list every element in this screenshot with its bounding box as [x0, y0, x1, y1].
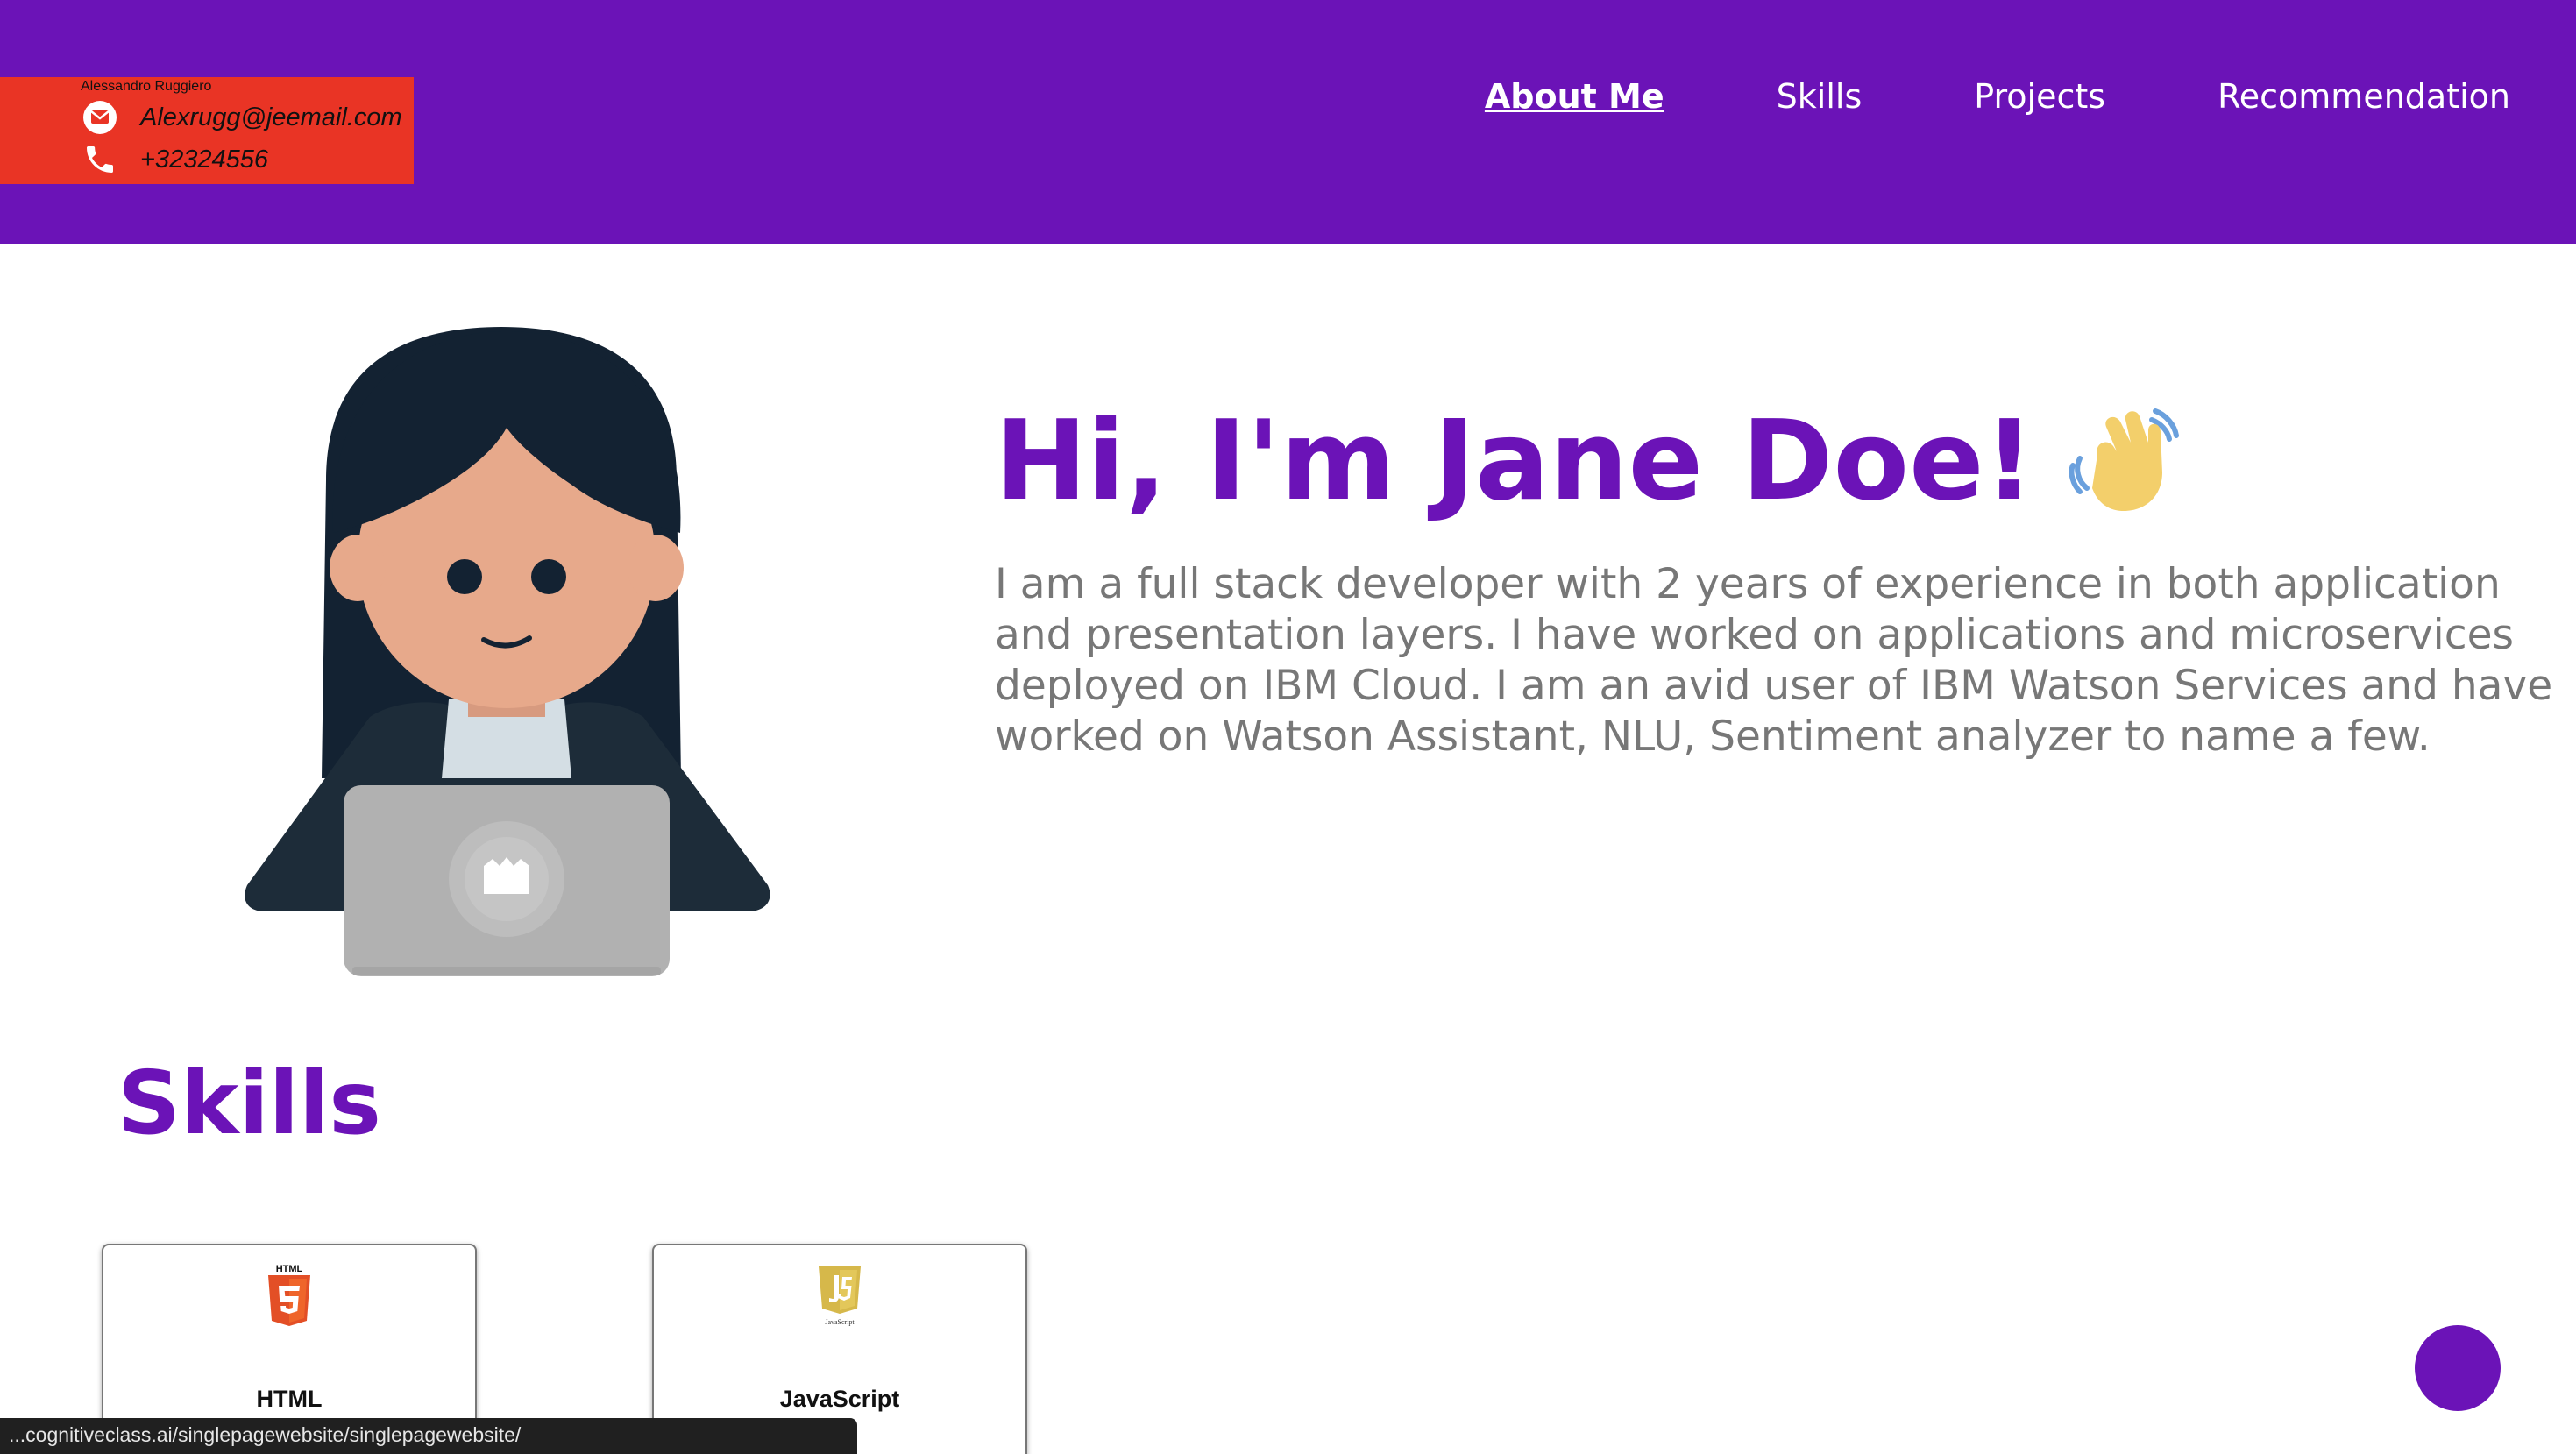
avatar-illustration — [238, 323, 775, 978]
nav-projects[interactable]: Projects — [1974, 77, 2105, 116]
html5-logo-icon: HTML — [265, 1263, 314, 1333]
phone-icon — [81, 140, 119, 179]
contact-phone-row: +32324556 — [81, 140, 268, 179]
skill-label-html: HTML — [256, 1386, 323, 1412]
waving-hand-icon — [2068, 404, 2182, 518]
status-bar-url: ...cognitiveclass.ai/singlepagewebsite/s… — [0, 1418, 857, 1454]
contact-email-row: Alexrugg@jeemail.com — [81, 98, 402, 137]
html-logo-text: HTML — [276, 1264, 303, 1274]
skill-label-javascript: JavaScript — [779, 1386, 900, 1412]
email-icon — [81, 98, 119, 137]
hero-description: I am a full stack developer with 2 years… — [995, 560, 2553, 761]
contact-email[interactable]: Alexrugg@jeemail.com — [140, 103, 402, 132]
top-header: Alessandro Ruggiero Alexrugg@jeemail.com… — [0, 0, 2576, 244]
contact-name: Alessandro Ruggiero — [81, 79, 212, 94]
javascript-logo-icon: JavaScript — [815, 1263, 864, 1333]
contact-box: Alessandro Ruggiero Alexrugg@jeemail.com… — [0, 77, 414, 184]
floating-action-button[interactable] — [2415, 1325, 2501, 1411]
nav-skills[interactable]: Skills — [1777, 77, 1863, 116]
skills-title: Skills — [117, 1052, 381, 1154]
javascript-logo-text: JavaScript — [825, 1318, 855, 1326]
hero-title-text: Hi, I'm Jane Doe! — [995, 396, 2034, 525]
hero-title: Hi, I'm Jane Doe! — [995, 396, 2182, 525]
main-nav: About Me Skills Projects Recommendation — [1373, 77, 2510, 116]
nav-recommendation[interactable]: Recommendation — [2218, 77, 2510, 116]
nav-about-me[interactable]: About Me — [1485, 77, 1664, 116]
contact-phone[interactable]: +32324556 — [140, 145, 268, 174]
